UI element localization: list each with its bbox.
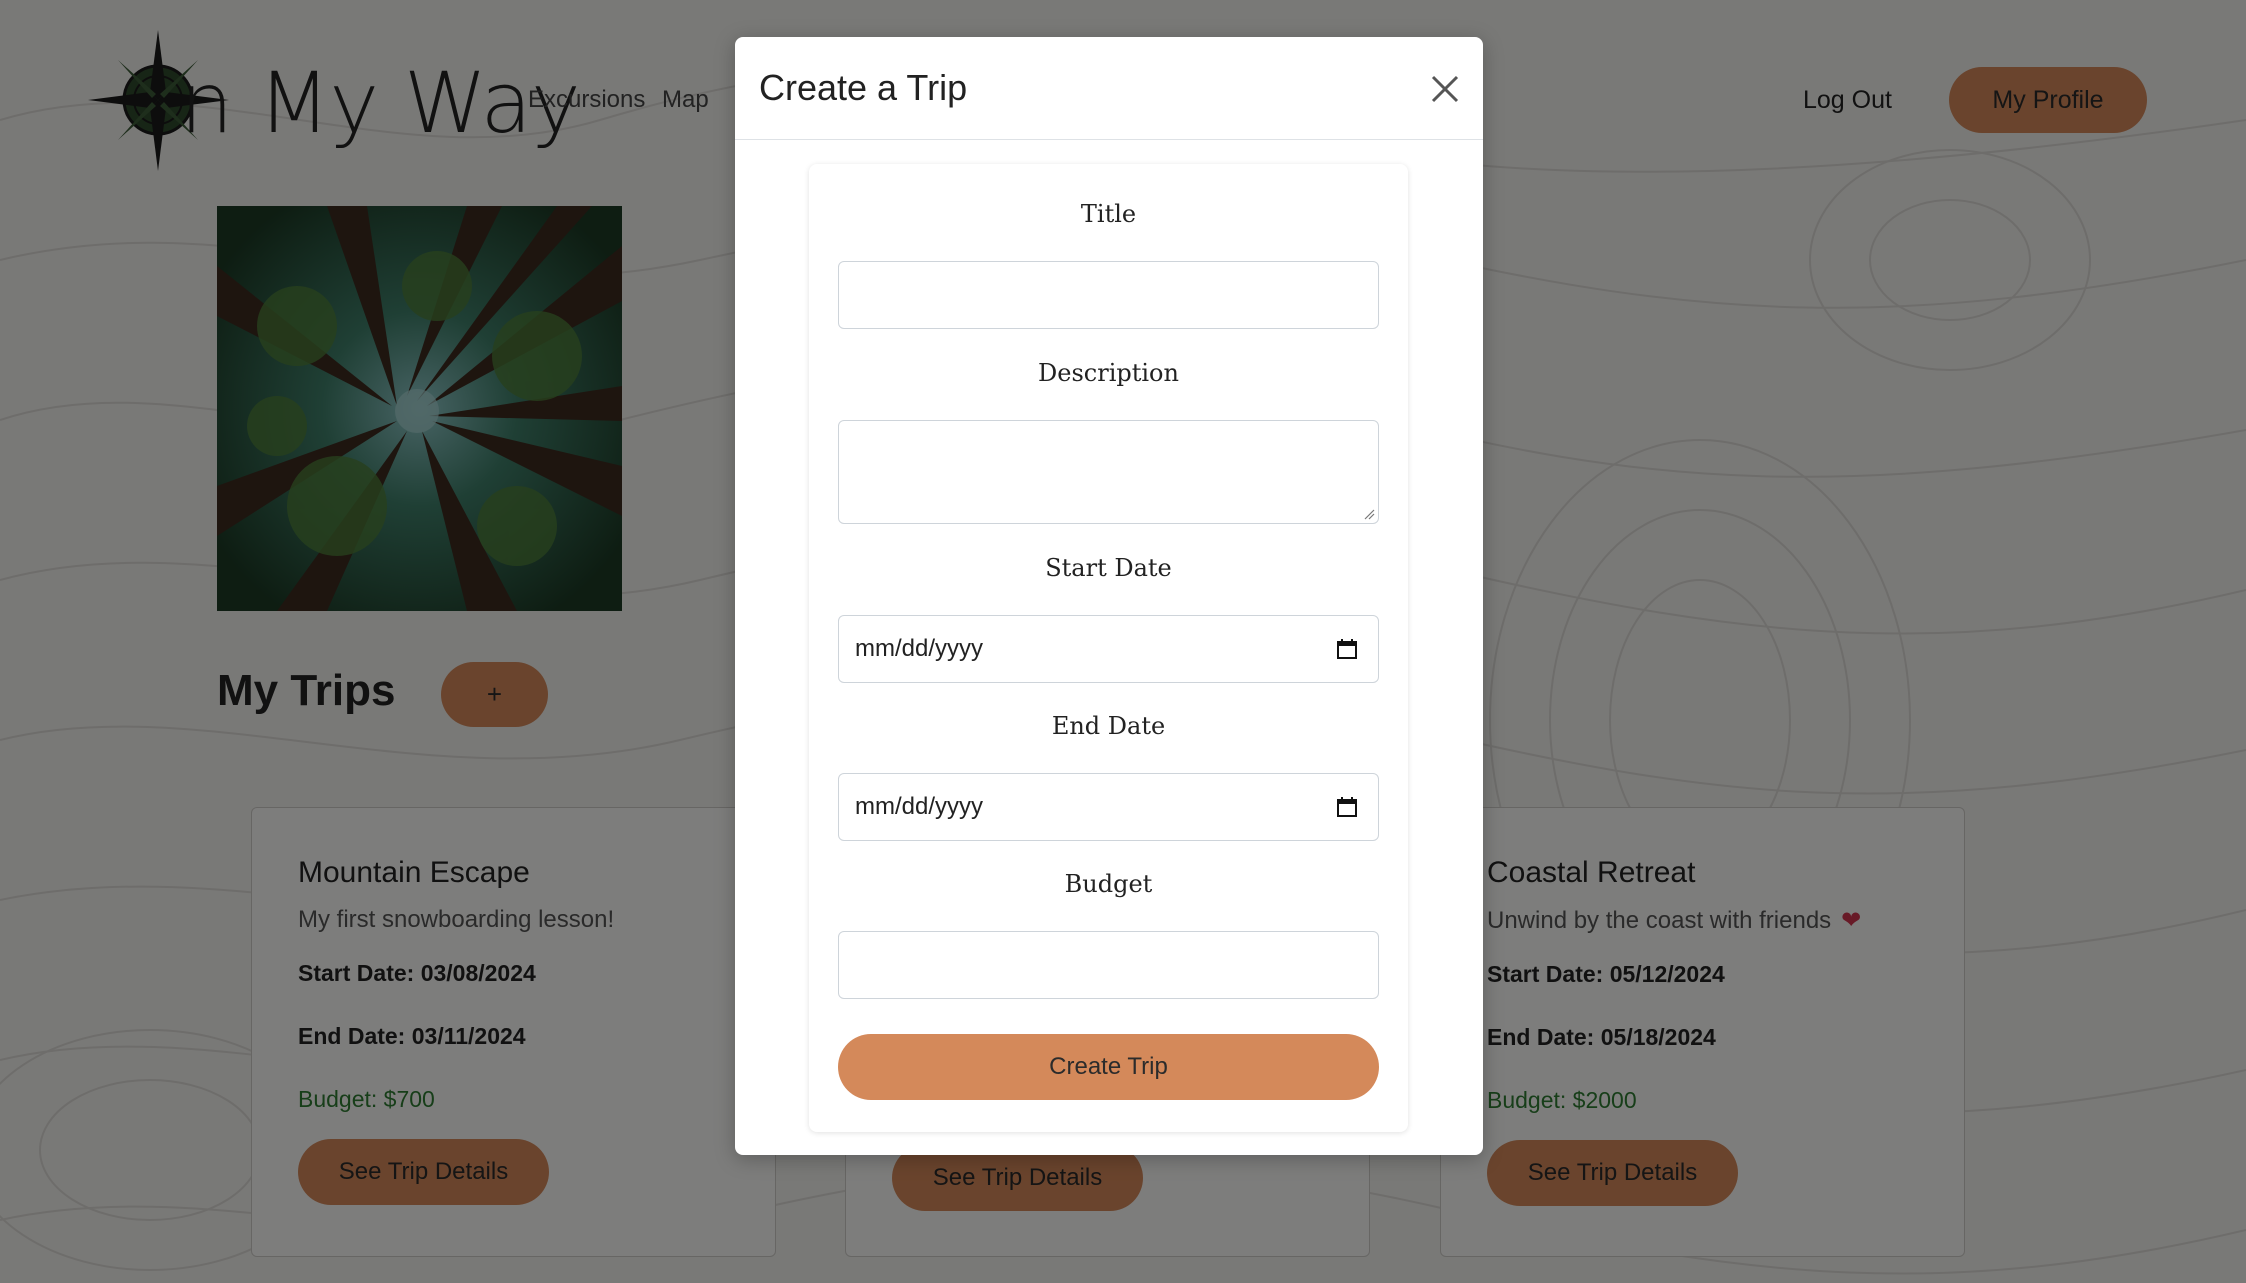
create-trip-button[interactable]: Create Trip bbox=[838, 1034, 1379, 1100]
start-date-input[interactable]: mm/dd/yyyy bbox=[838, 615, 1379, 683]
close-icon[interactable] bbox=[1427, 71, 1463, 107]
create-trip-form: Title Description Start Date mm/dd/yyyy … bbox=[809, 164, 1408, 1132]
end-date-input[interactable]: mm/dd/yyyy bbox=[838, 773, 1379, 841]
description-input[interactable] bbox=[838, 420, 1379, 524]
title-input-field[interactable] bbox=[839, 262, 1378, 328]
end-date-placeholder: mm/dd/yyyy bbox=[855, 793, 984, 820]
title-label: Title bbox=[1080, 200, 1137, 228]
calendar-icon[interactable] bbox=[1336, 638, 1358, 660]
end-date-label: End Date bbox=[1051, 712, 1166, 740]
budget-label: Budget bbox=[1064, 870, 1153, 898]
title-input[interactable] bbox=[838, 261, 1379, 329]
modal-title: Create a Trip bbox=[759, 67, 968, 108]
create-trip-modal: Create a Trip Title Description Start Da… bbox=[735, 37, 1483, 1155]
calendar-icon[interactable] bbox=[1336, 796, 1358, 818]
start-date-placeholder: mm/dd/yyyy bbox=[855, 635, 984, 662]
resize-grip-icon[interactable] bbox=[1363, 508, 1375, 520]
budget-input-field[interactable] bbox=[839, 932, 1378, 998]
modal-header: Create a Trip bbox=[735, 37, 1483, 140]
description-textarea[interactable] bbox=[839, 421, 1378, 523]
start-date-label: Start Date bbox=[1045, 554, 1172, 582]
description-label: Description bbox=[1038, 359, 1179, 387]
budget-input[interactable] bbox=[838, 931, 1379, 999]
